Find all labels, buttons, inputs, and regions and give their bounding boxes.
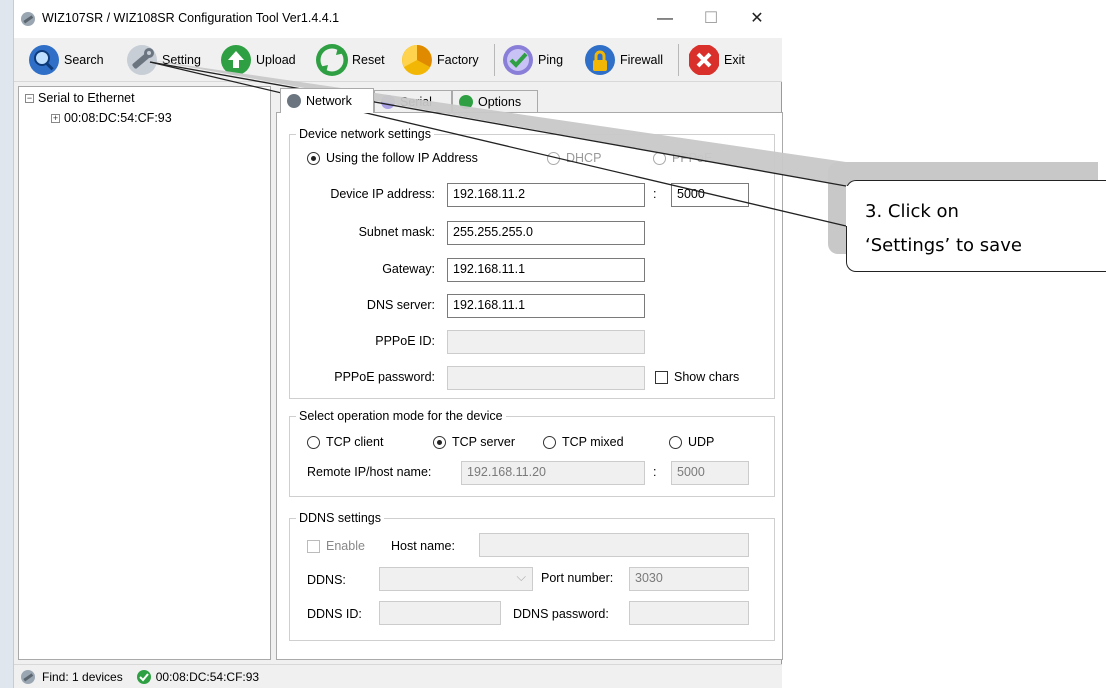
ddns-select[interactable]: ⌵ [379,567,533,591]
wrench-icon [21,669,35,684]
status-device-text: 00:08:DC:54:CF:93 [155,669,260,684]
callout-line-1: 3. Click on [865,201,959,222]
chevron-down-icon: ⌵ [516,570,526,584]
pppoe-id-label: PPPoE ID: [375,334,435,348]
ddns-port-input[interactable]: 3030 [629,567,749,591]
radio-tcp-client[interactable]: TCP client [307,435,383,449]
dns-input[interactable]: 192.168.11.1 [447,294,645,318]
maximize-icon[interactable]: ☐ [688,6,734,32]
pppoe-id-input[interactable] [447,330,645,354]
search-button[interactable]: Search [28,42,104,78]
upload-button[interactable]: Upload [220,42,296,78]
pppoe-password-label: PPPoE password: [334,370,435,384]
wrench-icon [21,12,35,26]
window-title: WIZ107SR / WIZ108SR Configuration Tool V… [42,11,340,25]
port-separator: : [653,187,657,201]
ip-label: Device IP address: [330,187,435,201]
device-port-input[interactable]: 5000 [671,183,749,207]
pppoe-password-input[interactable] [447,366,645,390]
reset-button[interactable]: Reset [316,42,385,78]
config-window: WIZ107SR / WIZ108SR Configuration Tool V… [14,0,783,688]
tree-device-node[interactable]: + 00:08:DC:54:CF:93 [51,111,172,125]
expand-icon[interactable]: + [51,113,60,123]
ddns-enable-checkbox[interactable]: Enable [307,539,365,553]
ping-icon [503,45,533,75]
network-icon [287,94,301,108]
tab-options[interactable]: Options [452,90,538,112]
left-edge-strip [0,0,14,688]
show-chars-checkbox[interactable]: Show chars [655,370,739,384]
status-find-text: Find: 1 devices [42,669,123,684]
ddns-port-label: Port number: [541,571,614,585]
setting-button[interactable]: Setting [126,42,201,78]
radio-tcp-mixed[interactable]: TCP mixed [543,435,624,449]
radio-dhcp[interactable]: DHCP [547,151,601,165]
wrench-icon [127,45,157,75]
close-icon[interactable]: ✕ [734,6,780,32]
subnet-label: Subnet mask: [358,225,435,239]
device-tree: − Serial to Ethernet + 00:08:DC:54:CF:93 [18,86,271,660]
ddns-label: DDNS: [307,573,346,587]
ddns-hostname-input[interactable] [479,533,749,557]
remote-port-separator: : [653,465,657,479]
exit-icon [689,45,719,75]
radio-udp[interactable]: UDP [669,435,714,449]
ddns-password-input[interactable] [629,601,749,625]
device-ip-input[interactable]: 192.168.11.2 [447,183,645,207]
factory-icon [402,45,432,75]
tab-serial[interactable]: Serial [374,90,452,112]
check-icon [136,669,151,684]
radio-tcp-server[interactable]: TCP server [433,435,515,449]
subnet-input[interactable]: 255.255.255.0 [447,221,645,245]
collapse-icon[interactable]: − [25,93,34,103]
remote-port-input[interactable]: 5000 [671,461,749,485]
minimize-icon[interactable]: — [642,6,688,32]
firewall-icon [585,45,615,75]
toolbar-separator [494,44,495,76]
network-tab-panel: Device network settings Using the follow… [276,112,783,660]
callout-line-2: ‘Settings’ to save [865,235,1022,256]
firewall-button[interactable]: Firewall [584,42,663,78]
dns-label: DNS server: [366,298,435,312]
remote-host-label: Remote IP/host name: [307,465,432,479]
ddns-id-label: DDNS ID: [307,607,362,621]
status-bar: Find: 1 devices 00:08:DC:54:CF:93 [14,664,782,688]
search-icon [29,45,59,75]
gateway-label: Gateway: [382,262,435,276]
title-bar: WIZ107SR / WIZ108SR Configuration Tool V… [14,0,782,38]
tab-network[interactable]: Network [280,88,374,113]
toolbar: Search Setting Upload Reset Factory Ping… [14,38,782,82]
serial-icon [381,94,395,109]
instruction-callout: 3. Click on ‘Settings’ to save [846,180,1106,272]
radio-static-ip[interactable]: Using the follow IP Address [307,151,478,165]
ping-button[interactable]: Ping [502,42,563,78]
exit-button[interactable]: Exit [688,42,745,78]
toolbar-separator [678,44,679,76]
gateway-input[interactable]: 192.168.11.1 [447,258,645,282]
ddns-hostname-label: Host name: [391,539,455,553]
tree-root-node[interactable]: − Serial to Ethernet [25,91,135,105]
ddns-id-input[interactable] [379,601,501,625]
factory-button[interactable]: Factory [401,42,479,78]
options-icon [459,94,473,109]
remote-host-input[interactable]: 192.168.11.20 [461,461,645,485]
radio-pppoe[interactable]: PPPoE [653,151,712,165]
ddns-password-label: DDNS password: [513,607,609,621]
upload-icon [221,45,251,75]
reset-icon [316,44,348,76]
